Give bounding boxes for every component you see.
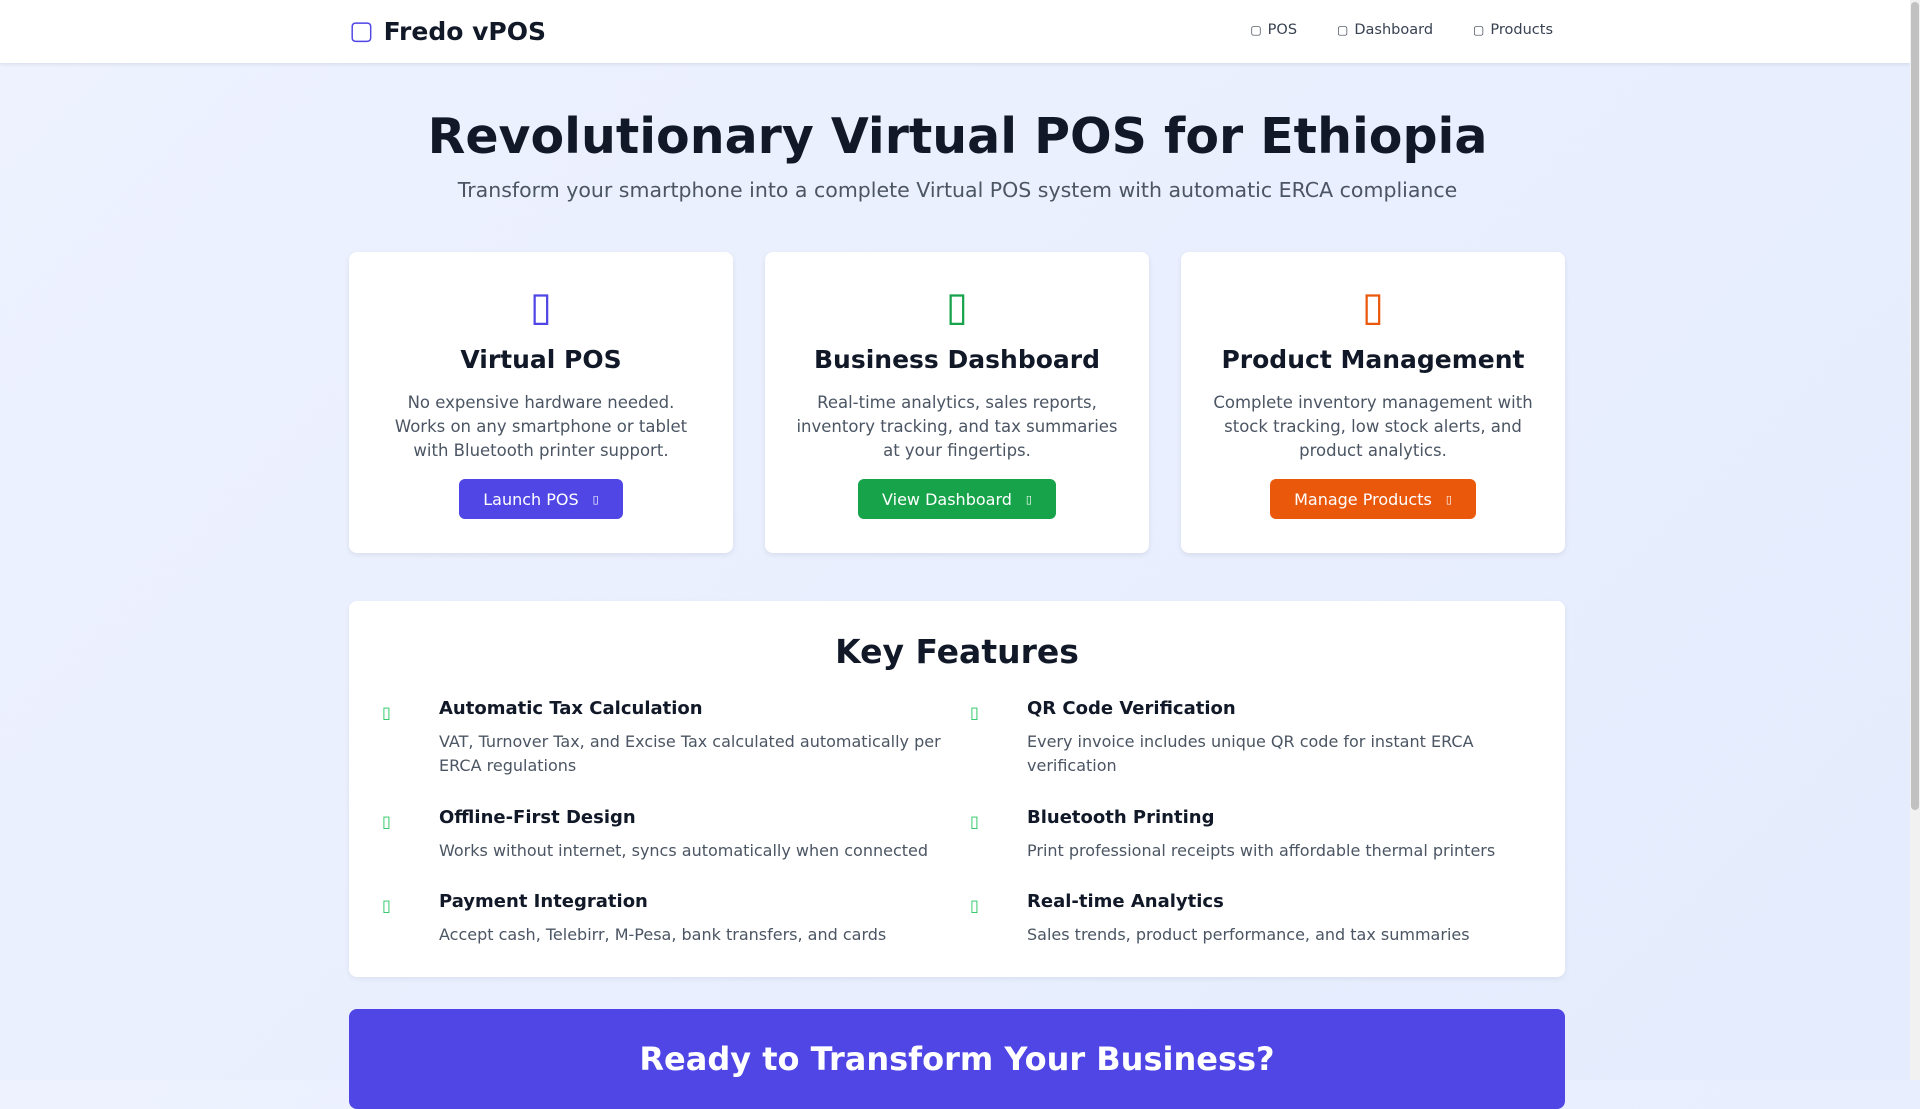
button-label: View Dashboard	[882, 489, 1012, 509]
card-product-management: ▯ Product Management Complete inventory …	[1181, 252, 1565, 553]
nav-link-products[interactable]: ▢ Products	[1473, 22, 1553, 38]
cta-banner: Ready to Transform Your Business?	[349, 1009, 1565, 1109]
feature-title: QR Code Verification	[1027, 698, 1236, 719]
feature-description: VAT, Turnover Tax, and Excise Tax calcul…	[439, 732, 941, 775]
check-icon: ▯	[970, 812, 979, 831]
card-description: No expensive hardware needed. Works on a…	[394, 393, 688, 460]
feature-title: Automatic Tax Calculation	[439, 698, 703, 719]
button-label: Launch POS	[483, 489, 579, 509]
page-scrollbar[interactable]	[1910, 0, 1920, 1080]
feature-description: Accept cash, Telebirr, M-Pesa, bank tran…	[439, 925, 887, 944]
nav-link-dashboard[interactable]: ▢ Dashboard	[1337, 22, 1433, 38]
arrow-right-icon: ▯	[592, 492, 599, 506]
box-icon: ▢	[1473, 23, 1485, 37]
feature-description: Every invoice includes unique QR code fo…	[1027, 732, 1474, 775]
check-icon: ▯	[382, 896, 391, 915]
button-label: Manage Products	[1294, 489, 1432, 509]
brand-name: Fredo vPOS	[383, 16, 546, 46]
feature-title: Real-time Analytics	[1027, 891, 1224, 912]
arrow-right-icon: ▯	[1025, 492, 1032, 506]
chart-icon: ▯	[945, 284, 968, 330]
feature-description: Sales trends, product performance, and t…	[1027, 925, 1470, 944]
brand[interactable]: ▢ Fredo vPOS	[349, 16, 546, 46]
card-description: Complete inventory management with stock…	[1213, 393, 1533, 460]
feature-title: Payment Integration	[439, 891, 648, 912]
feature-description: Works without internet, syncs automatica…	[439, 841, 929, 860]
check-icon: ▯	[970, 703, 979, 722]
card-title: Product Management	[1221, 345, 1525, 374]
view-dashboard-button[interactable]: View Dashboard ▯	[858, 479, 1056, 519]
hero-title: Revolutionary Virtual POS for Ethiopia	[427, 108, 1488, 165]
card-title: Business Dashboard	[814, 345, 1100, 374]
hero-subtitle: Transform your smartphone into a complet…	[457, 178, 1458, 202]
card-description: Real-time analytics, sales reports, inve…	[796, 393, 1118, 460]
launch-pos-button[interactable]: Launch POS ▯	[459, 479, 623, 519]
top-navbar: ▢ Fredo vPOS ▢ POS ▢ Dashboard ▢ Product…	[0, 0, 1910, 63]
mobile-icon: ▯	[529, 284, 552, 330]
nav-link-label: Products	[1490, 22, 1553, 38]
cash-register-icon: ▢	[349, 16, 374, 46]
chart-icon: ▢	[1337, 23, 1349, 37]
section-title: Key Features	[835, 632, 1079, 671]
arrow-right-icon: ▯	[1445, 492, 1452, 506]
key-features-section: Key Features ▯ Automatic Tax Calculation…	[349, 601, 1565, 977]
card-virtual-pos: ▯ Virtual POS No expensive hardware need…	[349, 252, 733, 553]
feature-title: Offline-First Design	[439, 807, 636, 828]
check-icon: ▯	[382, 703, 391, 722]
manage-products-button[interactable]: Manage Products ▯	[1270, 479, 1476, 519]
nav-link-label: Dashboard	[1354, 22, 1434, 38]
check-icon: ▯	[970, 896, 979, 915]
check-icon: ▯	[382, 812, 391, 831]
boxes-icon: ▯	[1361, 284, 1384, 330]
scrollbar-thumb[interactable]	[1911, 2, 1919, 810]
card-business-dashboard: ▯ Business Dashboard Real-time analytics…	[765, 252, 1149, 553]
cta-title: Ready to Transform Your Business?	[639, 1040, 1275, 1078]
feature-description: Print professional receipts with afforda…	[1027, 841, 1496, 860]
nav-link-pos[interactable]: ▢ POS	[1250, 22, 1297, 38]
pos-icon: ▢	[1250, 23, 1262, 37]
feature-title: Bluetooth Printing	[1027, 807, 1215, 828]
card-title: Virtual POS	[460, 345, 622, 374]
nav-links: ▢ POS ▢ Dashboard ▢ Products	[1210, 22, 1553, 38]
nav-link-label: POS	[1267, 22, 1298, 38]
